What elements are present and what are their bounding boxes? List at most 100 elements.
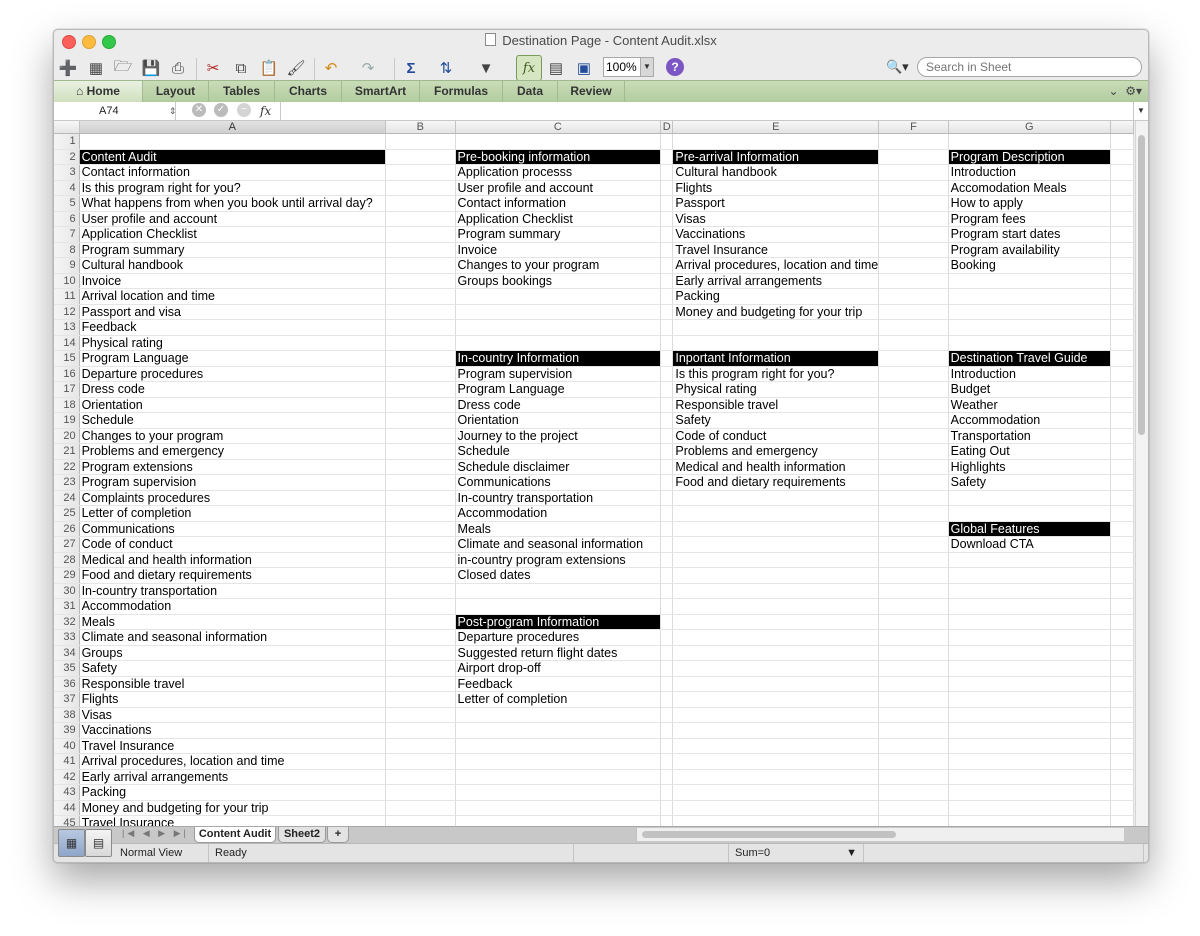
- cell-G11[interactable]: [948, 288, 1112, 305]
- cell-F35[interactable]: [878, 660, 949, 677]
- worksheet-grid[interactable]: A B C D E F G 1 2 Content Audit Pre-booking…: [54, 121, 1134, 826]
- cell-D31[interactable]: [660, 598, 674, 615]
- minimize-window-button[interactable]: [82, 35, 96, 49]
- cell-C11[interactable]: [455, 288, 662, 305]
- cell-D15[interactable]: [660, 350, 674, 367]
- cell-C30[interactable]: [455, 583, 662, 599]
- formula-builder-icon[interactable]: fx: [516, 55, 542, 81]
- cell-B35[interactable]: [385, 660, 456, 677]
- cell-A17[interactable]: Dress code: [79, 381, 387, 398]
- row-header[interactable]: 1: [54, 133, 80, 150]
- cell-D41[interactable]: [660, 753, 674, 770]
- cell-F45[interactable]: [878, 815, 949, 826]
- row-header[interactable]: 12: [54, 304, 80, 320]
- cell-E30[interactable]: [672, 583, 880, 599]
- cell-B13[interactable]: [385, 319, 456, 336]
- sheet-tab-sheet2[interactable]: Sheet2: [278, 827, 326, 843]
- cell-D18[interactable]: [660, 397, 674, 413]
- cell-G26[interactable]: Global Features: [948, 521, 1112, 537]
- cell-G20[interactable]: Transportation: [948, 428, 1112, 444]
- cell-C28[interactable]: in-country program extensions: [455, 552, 662, 568]
- cell-E27[interactable]: [672, 536, 880, 553]
- cell-D21[interactable]: [660, 443, 674, 460]
- cell-E10[interactable]: Early arrival arrangements: [672, 273, 880, 289]
- cell-G15[interactable]: Destination Travel Guide: [948, 350, 1112, 367]
- cell-F42[interactable]: [878, 769, 949, 785]
- cell-G39[interactable]: [948, 722, 1112, 739]
- cell-B7[interactable]: [385, 226, 456, 243]
- cell-F34[interactable]: [878, 645, 949, 661]
- cell-B5[interactable]: [385, 195, 456, 212]
- cell-A35[interactable]: Safety: [79, 660, 387, 677]
- cell-G40[interactable]: [948, 738, 1112, 754]
- row-header[interactable]: 4: [54, 180, 80, 196]
- help-icon[interactable]: ?: [666, 58, 684, 76]
- cell-F25[interactable]: [878, 505, 949, 522]
- cell-E21[interactable]: Problems and emergency: [672, 443, 880, 460]
- row-header[interactable]: 45: [54, 815, 80, 826]
- cell-F36[interactable]: [878, 676, 949, 692]
- cell-C15[interactable]: In-country Information: [455, 350, 662, 367]
- cell-G41[interactable]: [948, 753, 1112, 770]
- cell-E20[interactable]: Code of conduct: [672, 428, 880, 444]
- cell-B31[interactable]: [385, 598, 456, 615]
- cell-D13[interactable]: [660, 319, 674, 336]
- cell-F14[interactable]: [878, 335, 949, 351]
- cell-D37[interactable]: [660, 691, 674, 708]
- cell-D40[interactable]: [660, 738, 674, 754]
- cell-G14[interactable]: [948, 335, 1112, 351]
- cell-F26[interactable]: [878, 521, 949, 537]
- cell-C36[interactable]: Feedback: [455, 676, 662, 692]
- column-header[interactable]: E: [672, 121, 880, 134]
- cell-E35[interactable]: [672, 660, 880, 677]
- cell-F8[interactable]: [878, 242, 949, 258]
- cell-A22[interactable]: Program extensions: [79, 459, 387, 475]
- cell-D3[interactable]: [660, 164, 674, 181]
- cell-E44[interactable]: [672, 800, 880, 816]
- row-header[interactable]: 35: [54, 660, 80, 677]
- cell-E28[interactable]: [672, 552, 880, 568]
- cell-D45[interactable]: [660, 815, 674, 826]
- cell-B17[interactable]: [385, 381, 456, 398]
- row-header[interactable]: 5: [54, 195, 80, 212]
- cell-E34[interactable]: [672, 645, 880, 661]
- row-header[interactable]: 39: [54, 722, 80, 739]
- cell-F18[interactable]: [878, 397, 949, 413]
- cell-G23[interactable]: Safety: [948, 474, 1112, 491]
- cell-A13[interactable]: Feedback: [79, 319, 387, 336]
- cell-B14[interactable]: [385, 335, 456, 351]
- cell-D26[interactable]: [660, 521, 674, 537]
- cell-F19[interactable]: [878, 412, 949, 429]
- row-header[interactable]: 33: [54, 629, 80, 646]
- cell-C38[interactable]: [455, 707, 662, 723]
- cell-D38[interactable]: [660, 707, 674, 723]
- cell-G7[interactable]: Program start dates: [948, 226, 1112, 243]
- cell-B41[interactable]: [385, 753, 456, 770]
- cell-C20[interactable]: Journey to the project: [455, 428, 662, 444]
- tab-layout[interactable]: Layout: [143, 81, 209, 102]
- row-header[interactable]: 9: [54, 257, 80, 274]
- cell-E5[interactable]: Passport: [672, 195, 880, 212]
- cell-A25[interactable]: Letter of completion: [79, 505, 387, 522]
- cell-G4[interactable]: Accomodation Meals: [948, 180, 1112, 196]
- column-header[interactable]: G: [948, 121, 1112, 134]
- cell-B40[interactable]: [385, 738, 456, 754]
- cell-B45[interactable]: [385, 815, 456, 826]
- cell-F1[interactable]: [878, 133, 949, 150]
- cell-A21[interactable]: Problems and emergency: [79, 443, 387, 460]
- cell-G9[interactable]: Booking: [948, 257, 1112, 274]
- cell-C23[interactable]: Communications: [455, 474, 662, 491]
- cell-G25[interactable]: [948, 505, 1112, 522]
- cell-F24[interactable]: [878, 490, 949, 506]
- cell-A43[interactable]: Packing: [79, 784, 387, 801]
- name-box[interactable]: A74: [54, 102, 176, 120]
- cell-C42[interactable]: [455, 769, 662, 785]
- cell-G45[interactable]: [948, 815, 1112, 826]
- sort-icon[interactable]: ⇅: [434, 56, 458, 80]
- cell-C24[interactable]: In-country transportation: [455, 490, 662, 506]
- cell-C22[interactable]: Schedule disclaimer: [455, 459, 662, 475]
- cell-F12[interactable]: [878, 304, 949, 320]
- row-header[interactable]: 44: [54, 800, 80, 816]
- cell-D7[interactable]: [660, 226, 674, 243]
- cell-F16[interactable]: [878, 366, 949, 382]
